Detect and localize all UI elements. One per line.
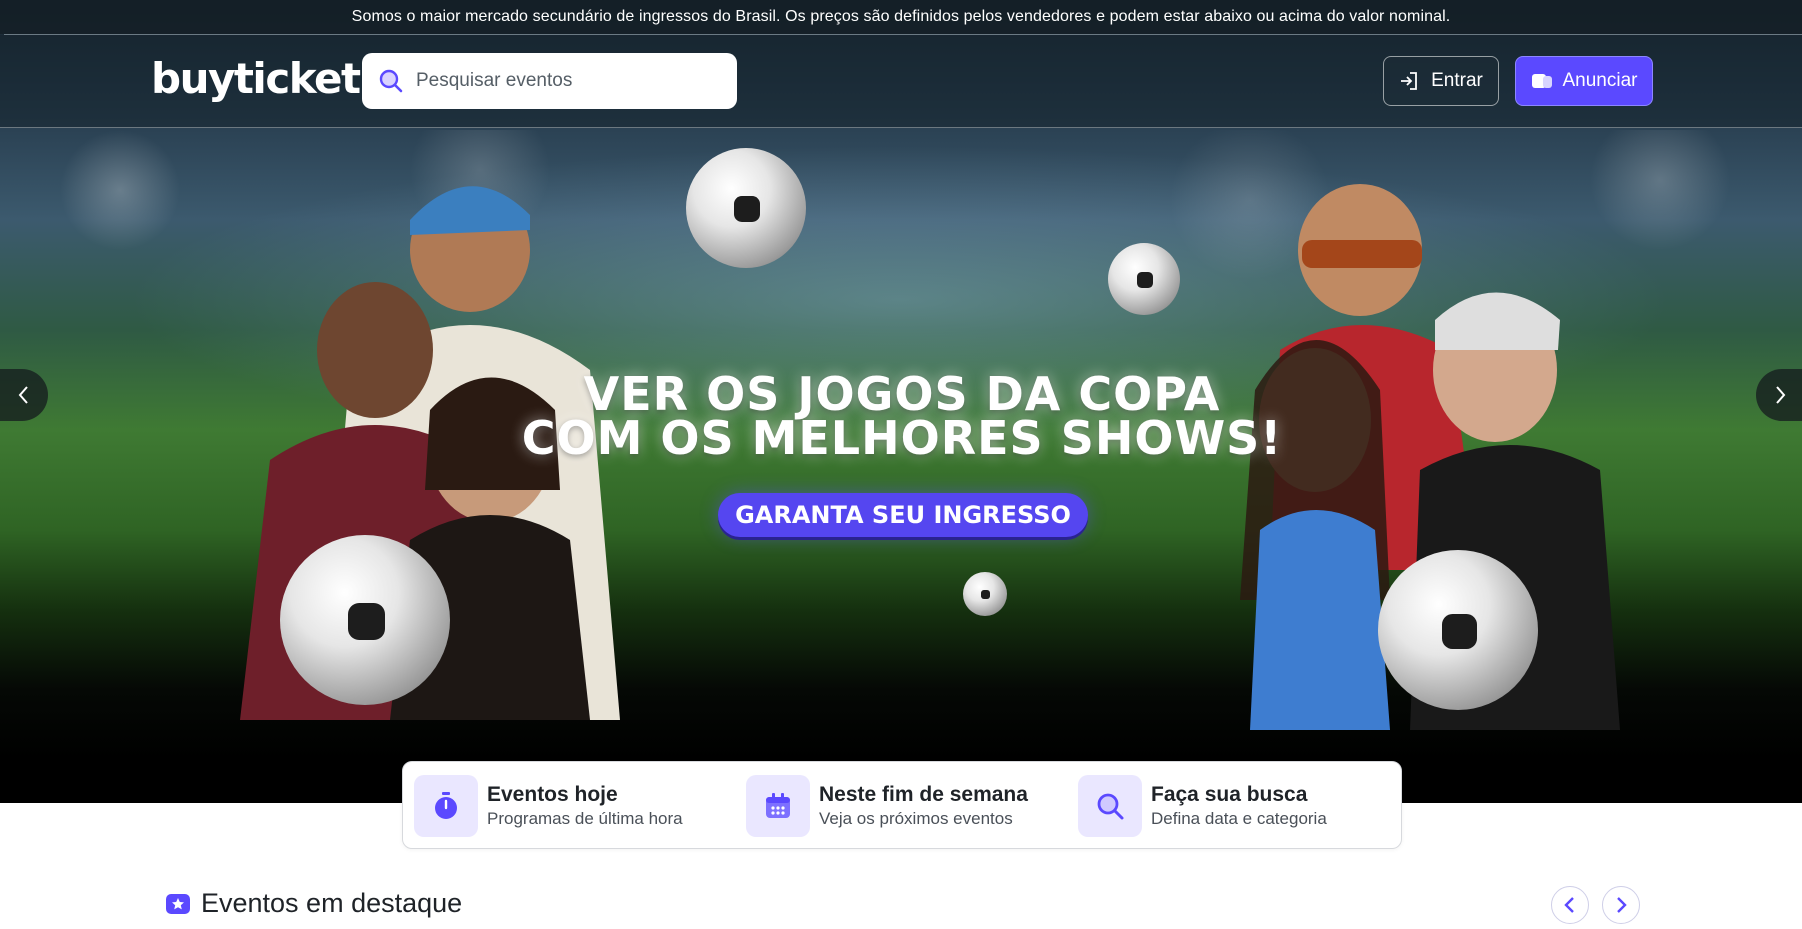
page: VER OS JOGOS DA COPA COM OS MELHORES SHO… (0, 0, 1802, 929)
login-icon (1401, 72, 1418, 90)
stopwatch-icon (414, 775, 478, 837)
search-icon (1078, 775, 1142, 837)
ticket-icon (1531, 74, 1552, 88)
search-box[interactable] (362, 53, 737, 109)
notice-bar: Somos o maior mercado secundário de ingr… (0, 0, 1802, 34)
featured-prev-button[interactable] (1551, 886, 1589, 924)
hero-title-line-1: VER OS JOGOS DA COPA (583, 367, 1221, 421)
search-input[interactable] (416, 70, 716, 92)
chevron-left-icon (1564, 897, 1574, 913)
chevron-left-icon (18, 386, 28, 404)
football-decoration (1378, 550, 1538, 710)
hero-title-line-2: COM OS MELHORES SHOWS! (521, 411, 1283, 465)
football-decoration (1108, 243, 1180, 315)
announce-label: Anunciar (1562, 70, 1638, 91)
quick-link-title: Neste fim de semana (819, 783, 1028, 806)
chevron-right-icon (1776, 386, 1786, 404)
quick-link-today[interactable]: Eventos hoje Programas de última hora (414, 774, 683, 838)
featured-events-heading: Eventos em destaque (165, 888, 462, 919)
star-ticket-icon (166, 893, 190, 914)
quick-links-card: Eventos hoje Programas de última hora Ne… (402, 761, 1402, 849)
calendar-icon (746, 775, 810, 837)
featured-events-title: Eventos em destaque (201, 888, 463, 918)
quick-link-title: Faça sua busca (1151, 783, 1308, 806)
football-decoration (280, 535, 450, 705)
quick-link-weekend[interactable]: Neste fim de semana Veja os próximos eve… (746, 774, 1028, 838)
search-icon (379, 69, 403, 93)
site-logo[interactable]: buyticket (151, 55, 361, 103)
carousel-prev-button[interactable] (0, 369, 48, 421)
chevron-right-icon (1617, 897, 1627, 913)
announce-button[interactable]: Anunciar (1515, 56, 1653, 106)
football-decoration (963, 572, 1007, 616)
notice-text: Somos o maior mercado secundário de ingr… (351, 8, 1451, 25)
football-decoration (686, 148, 806, 268)
hero-cta-button[interactable]: GARANTA SEU INGRESSO (718, 493, 1088, 537)
quick-link-subtitle: Veja os próximos eventos (819, 809, 1013, 828)
quick-link-title: Eventos hoje (487, 783, 618, 806)
quick-link-search[interactable]: Faça sua busca Defina data e categoria (1078, 774, 1327, 838)
carousel-next-button[interactable] (1756, 369, 1802, 421)
quick-link-subtitle: Programas de última hora (487, 809, 683, 828)
featured-next-button[interactable] (1602, 886, 1640, 924)
site-header: buyticket Entrar Anunciar (0, 35, 1802, 128)
login-label: Entrar (1431, 70, 1483, 91)
login-button[interactable]: Entrar (1383, 56, 1499, 106)
hero-title: VER OS JOGOS DA COPA COM OS MELHORES SHO… (520, 367, 1284, 465)
quick-link-subtitle: Defina data e categoria (1151, 809, 1327, 828)
